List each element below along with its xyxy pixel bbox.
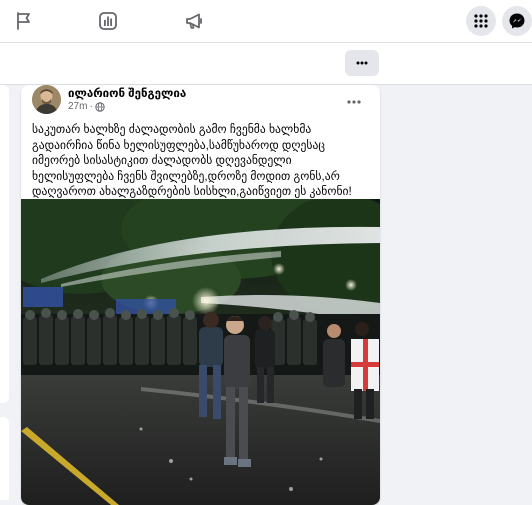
more-horizontal-icon: [347, 100, 361, 104]
post-photo[interactable]: [21, 199, 380, 505]
messenger-icon: [509, 13, 525, 29]
messenger-button[interactable]: [502, 6, 532, 36]
post-time[interactable]: 27m: [68, 101, 87, 112]
post-options-button[interactable]: [346, 92, 362, 104]
more-horizontal-icon: [356, 61, 368, 65]
chart-icon[interactable]: [98, 11, 118, 31]
top-navigation-bar: [0, 0, 532, 43]
post-text: საკუთარ ხალხზე ძალადობის გამო ჩვენმა ხალ…: [32, 123, 352, 199]
photos-panel: [0, 417, 9, 500]
grid-menu-button[interactable]: [466, 6, 496, 36]
more-options-button[interactable]: [345, 50, 379, 76]
grid-menu-icon: [474, 14, 488, 28]
profile-tabs-bar: [0, 43, 532, 85]
megaphone-icon[interactable]: [184, 11, 204, 31]
avatar[interactable]: [32, 85, 61, 114]
globe-icon: [95, 101, 105, 112]
post-meta: 27m ·: [68, 101, 105, 112]
intro-panel: [0, 85, 9, 403]
meta-separator: ·: [89, 101, 93, 112]
flag-icon[interactable]: [14, 11, 34, 31]
post-author-name[interactable]: ილარიონ შენგელია: [68, 86, 186, 100]
post-card: ილარიონ შენგელია 27m · საკუთარ ხალხზე ძა…: [21, 85, 380, 505]
